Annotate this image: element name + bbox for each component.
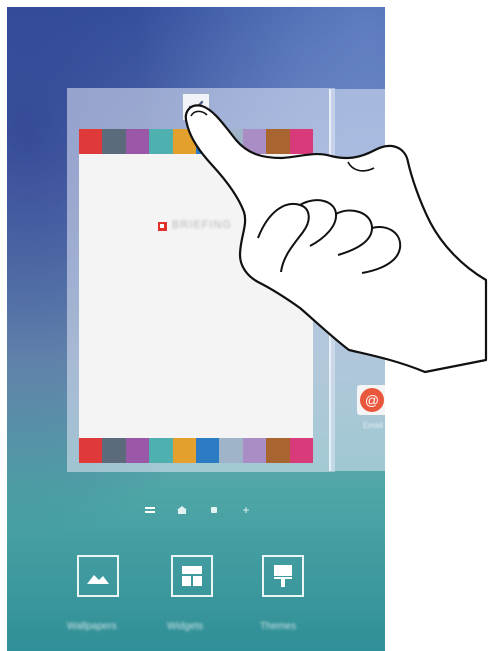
email-app-label: Email	[363, 421, 384, 430]
color-strip-segment	[266, 438, 290, 463]
color-strip-segment	[172, 129, 197, 154]
color-strip-segment	[242, 438, 267, 463]
color-strip-segment	[79, 129, 103, 154]
wallpapers-button[interactable]	[77, 555, 119, 597]
color-strip-segment	[172, 438, 197, 463]
color-strip-segment	[289, 438, 314, 463]
color-strip-segment	[79, 438, 103, 463]
widgets-button[interactable]	[171, 555, 213, 597]
briefing-page-preview[interactable]: BRIEFING	[79, 129, 314, 463]
wallpapers-label: Wallpapers	[67, 621, 117, 632]
color-strip-segment	[102, 129, 126, 154]
color-strip-segment	[125, 129, 150, 154]
widgets-label: Widgets	[167, 621, 204, 632]
color-strip-segment	[289, 129, 314, 154]
page-indicator: +	[143, 502, 253, 518]
email-icon: @	[360, 388, 384, 412]
color-strip-segment	[266, 129, 290, 154]
color-strip-top	[79, 129, 314, 154]
add-page-icon[interactable]: +	[239, 503, 253, 517]
color-strip-segment	[102, 438, 126, 463]
home-screen-edit-mode: BRIEFING @ Email + Wallpapers Widgets Th…	[7, 7, 385, 651]
default-page-checkbox[interactable]	[182, 93, 210, 121]
page-dot-indicator[interactable]	[207, 503, 221, 517]
widgets-icon	[182, 566, 202, 586]
color-strip-segment	[219, 438, 243, 463]
wallpaper-icon	[87, 575, 109, 584]
briefing-label: BRIEFING	[172, 219, 232, 231]
color-strip-segment	[196, 438, 220, 463]
color-strip-segment	[219, 129, 243, 154]
next-page-widget-card	[350, 157, 385, 345]
checkmark-icon	[188, 100, 204, 113]
themes-button[interactable]	[262, 555, 304, 597]
home-page-indicator-icon[interactable]	[175, 503, 189, 517]
paint-roller-icon	[274, 565, 292, 587]
color-strip-segment	[149, 129, 173, 154]
briefing-page-indicator-icon[interactable]	[143, 503, 157, 517]
color-strip-segment	[196, 129, 220, 154]
color-strip-segment	[149, 438, 173, 463]
flipboard-logo-icon	[158, 222, 167, 231]
color-strip-segment	[242, 129, 267, 154]
color-strip-bottom	[79, 438, 314, 463]
color-strip-segment	[125, 438, 150, 463]
themes-label: Themes	[260, 621, 297, 632]
